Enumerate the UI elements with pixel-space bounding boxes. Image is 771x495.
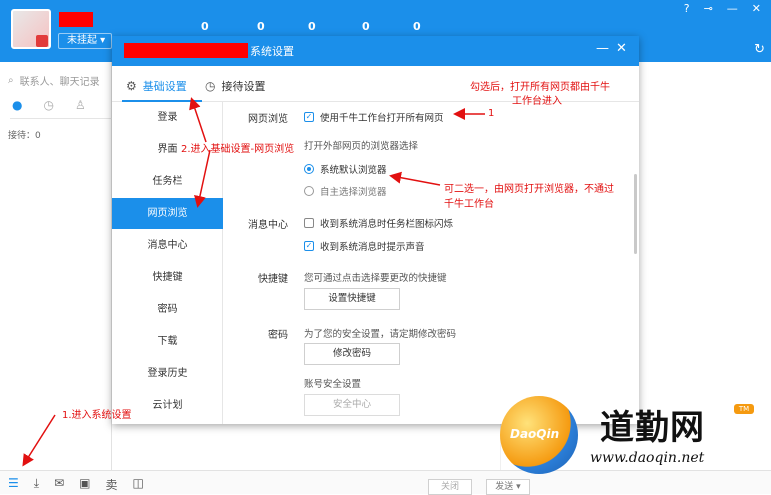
avatar-badge xyxy=(36,35,48,47)
stat-count: 0 xyxy=(201,20,209,33)
checkbox-checked[interactable]: ✓ xyxy=(304,112,314,122)
tab-basic-settings[interactable]: ⚙ 基础设置 xyxy=(126,78,187,94)
section-label: 快捷键 xyxy=(258,274,288,285)
annotation-browser: 千牛工作台 xyxy=(444,199,494,210)
annotation-step2: 2.进入基础设置-网页浏览 xyxy=(181,144,295,155)
nav-item-message-center[interactable]: 消息中心 xyxy=(112,230,223,261)
hotkey-desc: 您可通过点击选择要更改的快捷键 xyxy=(304,273,447,284)
clock-icon[interactable]: ◷ xyxy=(43,98,53,112)
user-icon[interactable]: ♙ xyxy=(75,98,86,112)
send-button[interactable]: 发送 ▾ xyxy=(486,479,530,495)
scrollbar[interactable] xyxy=(634,174,637,254)
help-icon[interactable]: ? xyxy=(684,2,690,15)
watermark-tm: TM xyxy=(734,404,754,414)
close-icon[interactable]: ✕ xyxy=(616,41,627,56)
window-icon[interactable]: ◫ xyxy=(133,476,144,493)
watermark-logo-text: DaoQin xyxy=(510,427,560,441)
nav-item-login[interactable]: 登录 xyxy=(112,102,223,133)
box-icon[interactable]: ▣ xyxy=(79,476,90,493)
chat-icon[interactable]: ● xyxy=(12,98,22,112)
nav-item-web-browsing[interactable]: 网页浏览 xyxy=(112,198,223,229)
annotation-step1: 1.进入系统设置 xyxy=(62,410,132,421)
flash-option[interactable]: 收到系统消息时任务栏图标闪烁 xyxy=(304,216,453,230)
bottom-icons: ☰ ⤓ ✉ ▣ 卖 ◫ xyxy=(8,476,144,493)
close-chat-button[interactable]: 关闭 xyxy=(428,479,472,495)
set-hotkey-button[interactable]: 设置快捷键 xyxy=(304,288,400,310)
stat-count: 0 xyxy=(308,20,316,33)
refresh-icon[interactable]: ↻ xyxy=(754,42,765,57)
minimize-icon[interactable]: — xyxy=(596,41,609,56)
stat-count: 0 xyxy=(257,20,265,33)
mail-icon[interactable]: ✉ xyxy=(54,476,64,493)
nav-item-download[interactable]: 下载 xyxy=(112,326,223,357)
annotation-number: 1 xyxy=(488,108,495,119)
left-tabs: ● ◷ ♙ xyxy=(12,98,86,112)
radio-unselected[interactable] xyxy=(304,186,314,196)
open-all-option[interactable]: ✓ 使用千牛工作台打开所有网页 xyxy=(304,110,444,124)
watermark-url: www.daoqin.net xyxy=(590,450,705,466)
option-label: 使用千牛工作台打开所有网页 xyxy=(320,113,444,124)
minimize-icon[interactable]: — xyxy=(727,2,738,15)
section-label: 网页浏览 xyxy=(248,114,288,125)
option-label: 收到系统消息时任务栏图标闪烁 xyxy=(320,219,454,230)
reception-count: 接待：0 xyxy=(8,131,41,141)
search-icon: ⌕ xyxy=(8,74,14,86)
tab-label: 接待设置 xyxy=(221,80,266,93)
gear-icon: ⚙ xyxy=(126,79,137,93)
watermark-name: 道勤网 xyxy=(600,408,705,448)
contact-panel xyxy=(0,62,112,494)
nav-item-login-history[interactable]: 登录历史 xyxy=(112,358,223,389)
menu-icon[interactable]: ☰ xyxy=(8,476,19,493)
window-controls: ? ⊸ — ✕ xyxy=(684,2,761,15)
nav-item-hotkeys[interactable]: 快捷键 xyxy=(112,262,223,293)
pin-icon[interactable]: ⊸ xyxy=(704,2,713,15)
divider xyxy=(10,118,112,119)
annotation-browser: 可二选一，由网页打开浏览器，不通过 xyxy=(444,184,614,195)
section-label: 密码 xyxy=(268,330,288,341)
checkbox-unchecked[interactable] xyxy=(304,218,314,228)
option-label: 收到系统消息时提示声音 xyxy=(320,242,425,253)
stat-count: 0 xyxy=(413,20,421,33)
option-label: 系统默认浏览器 xyxy=(320,165,387,176)
radio-selected[interactable] xyxy=(304,164,314,174)
send-label: 发送 xyxy=(495,482,514,492)
checkbox-checked[interactable]: ✓ xyxy=(304,241,314,251)
clock-icon: ◷ xyxy=(205,79,216,93)
dialog-title: 系统设置 xyxy=(250,45,294,58)
redacted-title xyxy=(124,43,248,58)
nav-item-password[interactable]: 密码 xyxy=(112,294,223,325)
security-center-button[interactable]: 安全中心 xyxy=(304,394,400,416)
default-browser-option[interactable]: 系统默认浏览器 xyxy=(304,162,387,176)
nav-item-taskbar[interactable]: 任务栏 xyxy=(112,166,223,197)
account-security-label: 账号安全设置 xyxy=(304,379,362,390)
download-icon[interactable]: ⤓ xyxy=(34,476,39,493)
option-label: 自主选择浏览器 xyxy=(320,187,387,198)
search-placeholder: 联系人、聊天记录 xyxy=(19,76,100,88)
password-desc: 为了您的安全设置，请定期修改密码 xyxy=(304,329,457,340)
status-label: 未挂起 xyxy=(67,35,97,46)
close-icon[interactable]: ✕ xyxy=(752,2,761,15)
stat-count: 0 xyxy=(362,20,370,33)
custom-browser-option[interactable]: 自主选择浏览器 xyxy=(304,184,387,198)
status-dropdown[interactable]: 未挂起 ▾ xyxy=(58,33,112,49)
tab-label: 基础设置 xyxy=(142,80,187,93)
change-password-button[interactable]: 修改密码 xyxy=(304,343,400,365)
redacted-username xyxy=(59,12,93,27)
annotation-open-all: 勾选后，打开所有网页都由千牛 xyxy=(470,82,610,93)
sell-icon[interactable]: 卖 xyxy=(105,476,117,493)
annotation-open-all: 工作台进入 xyxy=(512,96,562,107)
section-label: 消息中心 xyxy=(248,220,288,231)
tab-reception-settings[interactable]: ◷ 接待设置 xyxy=(205,78,265,94)
sound-option[interactable]: ✓ 收到系统消息时提示声音 xyxy=(304,239,425,253)
browser-choice-label: 打开外部网页的浏览器选择 xyxy=(304,141,419,152)
search-input[interactable]: ⌕ 联系人、聊天记录 xyxy=(8,70,116,90)
